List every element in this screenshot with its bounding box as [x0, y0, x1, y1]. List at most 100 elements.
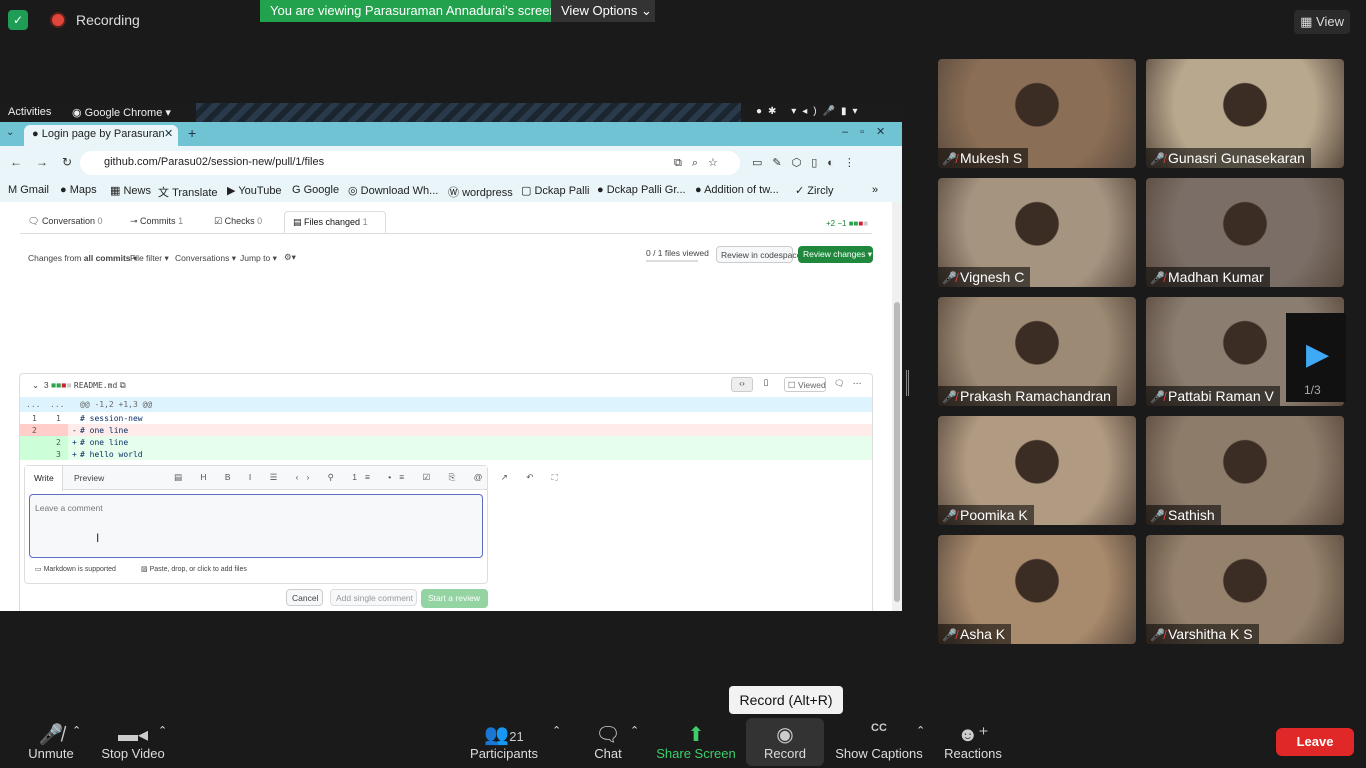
- leave-button[interactable]: Leave: [1276, 728, 1354, 756]
- bookmark-7[interactable]: Ⓦ wordpress: [448, 184, 513, 200]
- close-tab-icon[interactable]: ✕: [164, 127, 173, 140]
- scroll-thumb[interactable]: [894, 302, 900, 602]
- cancel-button[interactable]: Cancel: [286, 589, 323, 606]
- pr-tab-files[interactable]: ▤ Files changed 1: [284, 211, 386, 233]
- participant-tile[interactable]: 🎤̸ Madhan Kumar: [1146, 178, 1344, 287]
- share-screen-button[interactable]: ⬆ Share Screen: [654, 722, 738, 761]
- pr-tab-conversation[interactable]: 🗨 Conversation 0: [28, 216, 103, 227]
- captions-caret[interactable]: ⌃: [916, 724, 925, 737]
- bookmark-0[interactable]: M Gmail: [8, 184, 49, 196]
- tab-count: 0: [97, 216, 103, 226]
- jump-to-menu[interactable]: Jump to ▾: [240, 253, 277, 264]
- diff-new[interactable]: 3: [56, 450, 61, 459]
- preview-tab[interactable]: Preview: [74, 473, 104, 483]
- format-icons[interactable]: ▤ H B I ☰ ‹› ⚲ 1≡ •≡ ☑ ⎘ @ ↗ ↶ ⛶: [174, 472, 566, 483]
- participants-button[interactable]: 👥21 Participants: [466, 722, 542, 761]
- tab-title: Login page by Parasuran: [41, 128, 165, 140]
- pr-tab-checks[interactable]: ☑ Checks 0: [214, 216, 262, 227]
- bookmark-8[interactable]: ▢ Dckap Palli: [521, 184, 589, 197]
- diff-sign: +: [72, 438, 77, 447]
- bookmark-10[interactable]: ● Addition of tw...: [695, 184, 779, 196]
- comment-more-icons[interactable]: 🗨⋯: [834, 378, 869, 389]
- add-single-comment-button[interactable]: Add single comment: [330, 589, 417, 606]
- review-changes-button[interactable]: Review changes ▾: [798, 246, 873, 263]
- reactions-button[interactable]: ☻⁺ Reactions: [942, 722, 1004, 761]
- participant-tile[interactable]: 🎤̸ Asha K: [938, 535, 1136, 644]
- tab-count: 1: [362, 217, 368, 227]
- bookmark-11[interactable]: ✓ Zircly: [795, 184, 834, 197]
- new-tab-icon[interactable]: +: [188, 125, 196, 141]
- participants-label: Participants: [470, 746, 538, 761]
- view-options-button[interactable]: View Options ⌄: [551, 0, 655, 22]
- markdown-note[interactable]: ▭ Markdown is supported: [35, 565, 116, 573]
- bookmark-label: Maps: [69, 184, 97, 196]
- show-captions-button[interactable]: CC Show Captions: [832, 722, 926, 761]
- hunk-dots-old[interactable]: ...: [26, 400, 40, 409]
- next-page-button[interactable]: ▶ 1/3: [1286, 313, 1346, 402]
- file-name[interactable]: README.md: [74, 381, 117, 390]
- bookmark-1[interactable]: ● Maps: [60, 184, 97, 196]
- bookmarks-overflow-icon[interactable]: »: [872, 184, 878, 196]
- chat-caret[interactable]: ⌃: [630, 724, 639, 737]
- settings-icon[interactable]: ⚙▾: [284, 252, 296, 263]
- participant-tile[interactable]: 🎤̸ Varshitha K S: [1146, 535, 1344, 644]
- chat-label: Chat: [594, 746, 622, 761]
- conversations-menu[interactable]: Conversations ▾: [175, 253, 236, 264]
- diff-old[interactable]: 1: [32, 414, 37, 423]
- muted-mic-icon: 🎤̸: [1150, 271, 1165, 285]
- participant-tile[interactable]: 🎤̸ Vignesh C: [938, 178, 1136, 287]
- record-button[interactable]: ◉ Record: [746, 718, 824, 766]
- bookmark-5[interactable]: G Google: [292, 184, 339, 196]
- diff-old[interactable]: 2: [32, 426, 37, 435]
- attach-files[interactable]: ▨ Paste, drop, or click to add files: [141, 565, 247, 573]
- bookmark-4[interactable]: ▶ YouTube: [227, 184, 282, 197]
- chat-button[interactable]: 🗨 Chat: [588, 722, 628, 761]
- diff-line: 2 + # one line: [20, 436, 872, 448]
- activities-button[interactable]: Activities: [8, 106, 51, 118]
- nav-buttons[interactable]: ←→↻: [10, 155, 86, 169]
- file-filter-menu[interactable]: File filter ▾: [130, 253, 169, 264]
- review-codespace-button[interactable]: Review in codespace: [716, 246, 801, 263]
- participants-caret[interactable]: ⌃: [552, 724, 561, 737]
- start-review-button[interactable]: Start a review: [421, 589, 488, 608]
- participant-tile[interactable]: 🎤̸ Gunasri Gunasekaran: [1146, 59, 1344, 168]
- tray-icons[interactable]: ●✱ ▾◂)🎤▮▾: [756, 106, 864, 117]
- diff-new[interactable]: 2: [56, 438, 61, 447]
- code-view-icon[interactable]: ‹›: [731, 377, 753, 392]
- browser-tab[interactable]: ● Login page by Parasuran: [24, 125, 178, 146]
- participant-name: Asha K: [960, 626, 1006, 642]
- tab-list-icon[interactable]: ⌄: [6, 127, 14, 138]
- window-controls[interactable]: –▫✕: [842, 125, 897, 138]
- participant-tile[interactable]: 🎤̸ Prakash Ramachandran: [938, 297, 1136, 406]
- bookmark-6[interactable]: ◎ Download Wh...: [348, 184, 438, 197]
- write-tab[interactable]: Write: [25, 466, 63, 491]
- share-screen-label: Share Screen: [656, 746, 736, 761]
- address-actions[interactable]: ⧉⌕☆: [674, 156, 728, 170]
- changes-from-menu[interactable]: Changes from all commits ▾: [28, 253, 137, 264]
- video-options-caret[interactable]: ⌃: [158, 724, 167, 737]
- file-icon[interactable]: ▯: [756, 377, 776, 392]
- app-menu[interactable]: ◉ Google Chrome ▾: [72, 106, 171, 119]
- participant-tile[interactable]: 🎤̸ Poomika K: [938, 416, 1136, 525]
- diff-new[interactable]: 1: [56, 414, 61, 423]
- bookmark-3[interactable]: 文 Translate: [158, 184, 218, 200]
- page-scrollbar[interactable]: [892, 202, 902, 611]
- bookmark-label: wordpress: [462, 187, 513, 199]
- extension-icons[interactable]: ▭✎⬡▯◐⋮: [752, 156, 865, 169]
- url-field[interactable]: github.com/Parasu02/session-new/pull/1/f…: [80, 151, 740, 175]
- comment-textarea[interactable]: Leave a comment I: [29, 494, 483, 558]
- muted-mic-icon: 🎤̸: [942, 271, 957, 285]
- shield-icon[interactable]: ✓: [8, 10, 28, 30]
- bookmark-2[interactable]: ▦ News: [110, 184, 151, 197]
- record-tooltip: Record (Alt+R): [729, 686, 843, 714]
- participant-tile[interactable]: 🎤̸ Sathish: [1146, 416, 1344, 525]
- hunk-dots-new[interactable]: ...: [50, 400, 64, 409]
- resize-handle[interactable]: [906, 370, 909, 396]
- view-button[interactable]: ▦ View: [1294, 10, 1350, 34]
- participant-name: Vignesh C: [960, 269, 1025, 285]
- audio-options-caret[interactable]: ⌃: [72, 724, 81, 737]
- pr-tab-commits[interactable]: ⊸ Commits 1: [130, 216, 183, 227]
- bookmark-9[interactable]: ● Dckap Palli Gr...: [597, 184, 686, 196]
- participant-tile[interactable]: 🎤̸ Mukesh S: [938, 59, 1136, 168]
- viewed-checkbox[interactable]: ☐ Viewed: [784, 377, 826, 392]
